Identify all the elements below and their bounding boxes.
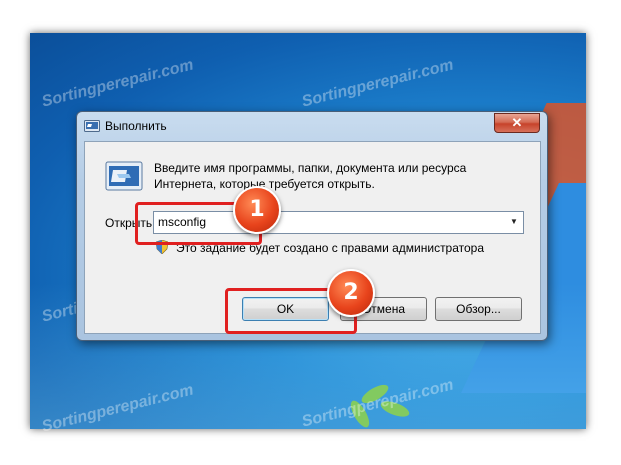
chevron-down-icon[interactable]: ▼ [507,213,521,231]
step-badge-1: 1 [233,186,281,234]
window-title: Выполнить [105,119,167,133]
dialog-description: Введите имя программы, папки, документа … [154,161,467,191]
run-app-icon [84,119,100,133]
title-bar[interactable]: Выполнить ✕ [77,112,547,140]
close-icon: ✕ [511,115,523,130]
close-button[interactable]: ✕ [494,113,540,133]
step-badge-2: 2 [327,269,375,317]
browse-button[interactable]: Обзор... [435,297,522,321]
run-program-icon [105,160,143,194]
